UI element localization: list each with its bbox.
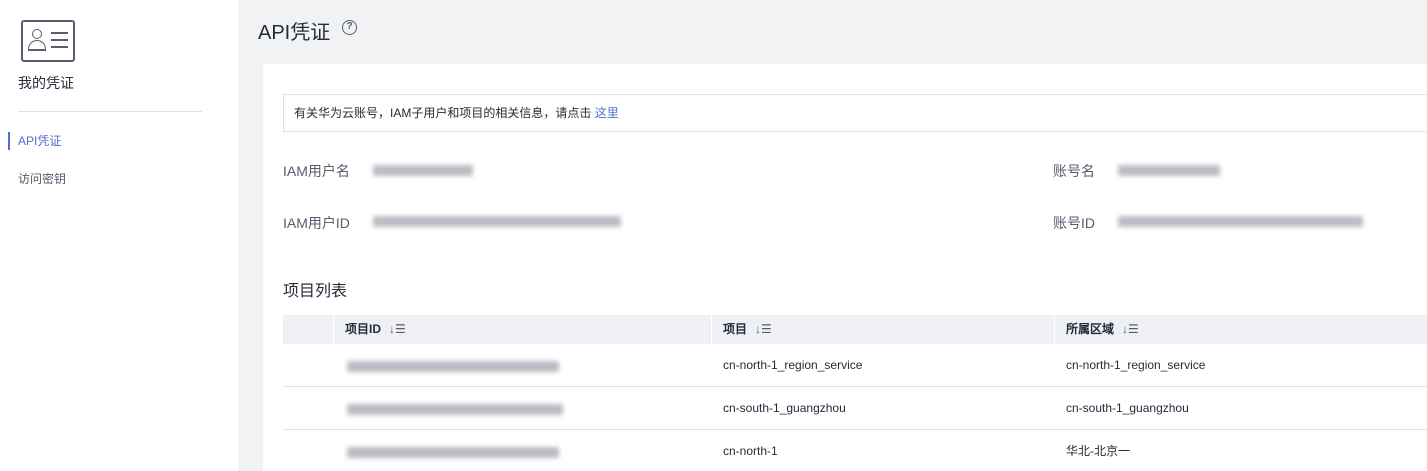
column-header-region[interactable]: 所属区域 ↓☰: [1054, 315, 1139, 344]
region-cell: cn-north-1_region_service: [1066, 358, 1206, 372]
sort-descending-icon[interactable]: ↓☰: [389, 315, 406, 344]
region-cell: 华北-北京一: [1066, 444, 1130, 458]
main-panel: 有关华为云账号，IAM子用户和项目的相关信息，请点击 这里 IAM用户名 IAM…: [263, 64, 1427, 471]
sidebar-title: 我的凭证: [18, 75, 74, 91]
divider: [18, 111, 202, 112]
column-label: 所属区域: [1066, 322, 1115, 336]
page-title: API凭证: [258, 22, 331, 44]
account-name-value-redacted: [1118, 165, 1220, 176]
credential-card-icon: [21, 20, 75, 62]
sort-descending-icon[interactable]: ↓☰: [755, 315, 772, 344]
project-cell: cn-north-1: [723, 444, 778, 458]
project-id-redacted: [347, 447, 559, 458]
project-id-redacted: [347, 404, 563, 415]
sidebar-item-api-credentials[interactable]: API凭证: [0, 130, 238, 152]
region-cell: cn-south-1_guangzhou: [1066, 401, 1189, 415]
iam-user-name-value-redacted: [373, 165, 473, 176]
info-link[interactable]: 这里: [595, 106, 619, 120]
info-text: 有关华为云账号，IAM子用户和项目的相关信息，请点击: [294, 106, 592, 120]
project-list-title: 项目列表: [283, 283, 348, 300]
question-circle-icon[interactable]: ?: [342, 20, 357, 35]
account-id-value-redacted: [1118, 216, 1363, 227]
column-label: 项目: [723, 322, 748, 336]
project-id-redacted: [347, 361, 559, 372]
iam-user-id-value-redacted: [373, 216, 621, 227]
project-cell: cn-south-1_guangzhou: [723, 401, 846, 415]
table-header: 项目ID ↓☰ 项目 ↓☰ 所属区域 ↓☰: [283, 315, 1427, 344]
account-id-label: 账号ID: [1053, 215, 1095, 231]
table-row: cn-south-1_guangzhou cn-south-1_guangzho…: [283, 387, 1427, 430]
iam-user-name-label: IAM用户名: [283, 163, 350, 179]
table-row: cn-north-1_region_service cn-north-1_reg…: [283, 344, 1427, 387]
info-notice: 有关华为云账号，IAM子用户和项目的相关信息，请点击 这里: [283, 94, 1427, 132]
column-header-project-id[interactable]: 项目ID ↓☰: [333, 315, 406, 344]
project-cell: cn-north-1_region_service: [723, 358, 863, 372]
account-name-label: 账号名: [1053, 163, 1095, 179]
column-header-project[interactable]: 项目 ↓☰: [711, 315, 772, 344]
sort-descending-icon[interactable]: ↓☰: [1122, 315, 1139, 344]
iam-user-id-label: IAM用户ID: [283, 215, 350, 231]
sidebar-item-access-keys[interactable]: 访问密钥: [0, 168, 238, 190]
column-label: 项目ID: [345, 322, 382, 336]
table-row: cn-north-1 华北-北京一: [283, 430, 1427, 471]
sidebar: 我的凭证 API凭证 访问密钥: [0, 0, 238, 471]
